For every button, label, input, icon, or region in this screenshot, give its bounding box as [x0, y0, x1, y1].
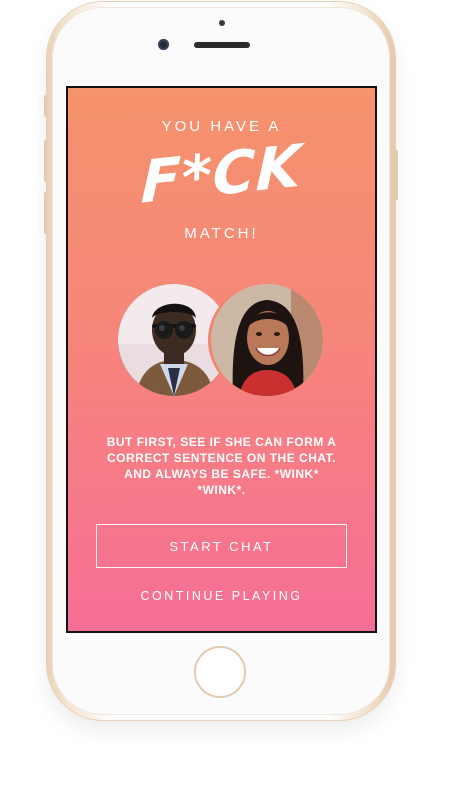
power-button: [395, 150, 398, 200]
proximity-sensor: [219, 20, 225, 26]
avatar-woman: [211, 284, 323, 396]
earpiece-speaker: [194, 42, 250, 48]
match-avatars: [68, 284, 375, 400]
headline-main: F*CK: [140, 131, 303, 217]
volume-down-button: [44, 192, 47, 234]
match-screen: YOU HAVE A F*CK MATCH! BUT FIRST, SEE IF…: [66, 86, 377, 633]
user-photo-woman-icon: [211, 284, 323, 396]
headline-bottom: MATCH!: [184, 225, 259, 242]
home-button[interactable]: [194, 646, 246, 698]
match-message: BUT FIRST, SEE IF SHE CAN FORM A CORRECT…: [106, 435, 337, 497]
front-camera-icon: [158, 39, 169, 50]
mute-switch: [44, 95, 47, 117]
start-chat-button[interactable]: START CHAT: [96, 524, 347, 568]
continue-playing-link[interactable]: CONTINUE PLAYING: [68, 589, 375, 603]
volume-up-button: [44, 140, 47, 182]
